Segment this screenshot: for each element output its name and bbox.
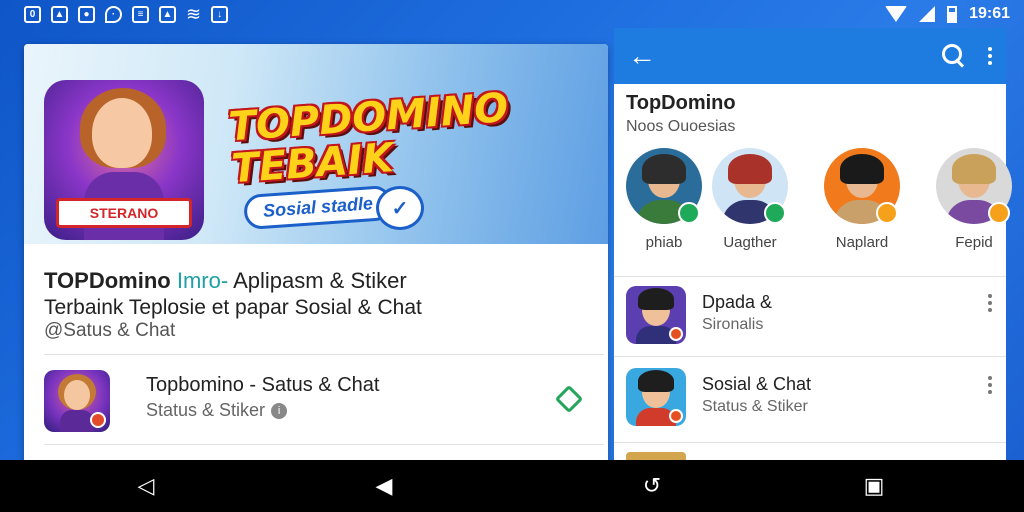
home-nav-icon[interactable]: ◀ (372, 474, 396, 498)
icon-badge (669, 327, 683, 341)
app-title-teal: Imro- (176, 268, 229, 293)
chat-bubble-icon: ✓ (376, 186, 424, 230)
app-detail-card: STERANO TOPDOMINO TEBAIK Sosial stadle ✓… (24, 44, 608, 464)
recent-apps-icon[interactable]: ▣ (862, 474, 886, 498)
icon-face (64, 380, 90, 410)
icon-hair (638, 288, 674, 310)
image-icon: ▲ (159, 5, 176, 23)
back-nav-icon[interactable]: ◁ (134, 474, 158, 498)
more-options-icon[interactable] (988, 294, 992, 312)
item-icon (626, 368, 686, 426)
list-item[interactable]: Sosial & Chat Status & Stiker (626, 368, 1006, 430)
avatar-status-badge (678, 202, 700, 224)
item-name: Sosial & Chat (702, 374, 812, 394)
character-face (92, 98, 152, 168)
app-name: Topbomino - Satus & Chat (146, 374, 380, 396)
toolbar-actions (942, 44, 992, 68)
wifi-icon (885, 6, 908, 22)
divider (614, 442, 1006, 443)
avatar-label: Naplard (835, 234, 889, 251)
app-subtitle-text: Status & Stiker (146, 400, 266, 420)
icon-body (60, 410, 94, 432)
toolbar: ← (614, 28, 1006, 84)
navigation-bar: ◁ ◀ ↺ ▣ (0, 460, 1024, 512)
diamond-icon (554, 384, 584, 414)
back-arrow-icon[interactable]: ← (628, 42, 656, 70)
status-bar: 0 ▲ ● · ≡ ▲ ≋ ↓ 19:61 (0, 0, 1024, 28)
status-icons-right: 19:61 (885, 5, 1010, 23)
divider (614, 356, 1006, 357)
avatar-hair (840, 154, 884, 184)
search-icon[interactable] (942, 44, 966, 68)
item-icon (626, 286, 686, 344)
overflow-menu-icon[interactable] (988, 47, 992, 65)
divider (44, 444, 604, 445)
item-name: Dpada & (702, 292, 773, 312)
app-list-item[interactable]: Topbomino - Satus & Chat Status & Stiker… (44, 370, 604, 434)
avatar-hair (952, 154, 996, 184)
divider (44, 354, 604, 355)
avatar-status-badge (876, 202, 898, 224)
battery-icon (947, 5, 958, 23)
app-subtitle: Status & Stiker i (146, 400, 288, 421)
install-button[interactable] (554, 384, 584, 414)
rotate-icon[interactable]: ↺ (640, 474, 664, 498)
related-apps-panel: ← TopDomino Noos Ouoesias phiab Uagther Na… (614, 28, 1012, 460)
avatar-carousel: phiab Uagther Naplard Fepid (614, 148, 1012, 268)
notification-icon: 0 (24, 5, 41, 23)
avatar-label: Uagther (723, 234, 777, 251)
cell-signal-icon (919, 6, 936, 22)
more-options-icon[interactable] (988, 376, 992, 394)
logo-tag: STERANO (56, 198, 192, 228)
image-icon: ▲ (51, 5, 68, 23)
icon-badge (90, 412, 106, 428)
app-title-bold: TOPDomino (44, 268, 171, 293)
banner-title: TOPDOMINO TEBAIK (227, 84, 510, 193)
app-title-rest: Aplipasm & Stiker (233, 268, 407, 293)
avatar-item[interactable]: Fepid (936, 148, 1022, 251)
app-category: @Satus & Chat (44, 320, 176, 341)
divider (614, 276, 1006, 277)
location-icon: · (105, 5, 122, 23)
avatar-hair (642, 154, 686, 184)
wifi-icon: ≋ (186, 3, 202, 24)
avatar-status-badge (988, 202, 1010, 224)
avatar-label: Fepid (955, 234, 993, 251)
app-icon (44, 370, 110, 432)
icon-badge (669, 409, 683, 423)
avatar-item[interactable]: Naplard (824, 148, 910, 251)
app-tagline: Terbaink Teplosie et papar Sosial & Chat (44, 296, 422, 319)
signal-icon: ≡ (132, 5, 149, 23)
avatar-status-badge (764, 202, 786, 224)
app-logo: STERANO (44, 80, 204, 240)
status-icons-left: 0 ▲ ● · ≡ ▲ ≋ ↓ (24, 3, 229, 25)
list-item[interactable]: Dpada & Sironalis (626, 286, 1006, 348)
status-time: 19:61 (969, 5, 1010, 22)
avatar-item[interactable]: phiab (626, 148, 712, 251)
app-icon: ● (78, 5, 95, 23)
banner-subtitle: Sosial stadle (242, 184, 394, 231)
panel-subtitle: Noos Ouoesias (626, 118, 736, 135)
item-subtitle: Status & Stiker (702, 398, 808, 415)
list-item-peek (626, 452, 686, 460)
icon-hair (638, 370, 674, 392)
app-title: TOPDomino Imro- Aplipasm & Stiker (44, 268, 594, 294)
info-icon[interactable]: i (271, 402, 288, 419)
item-subtitle: Sironalis (702, 316, 764, 333)
app-banner: STERANO TOPDOMINO TEBAIK Sosial stadle ✓ (24, 44, 608, 244)
avatar-label: phiab (645, 234, 683, 251)
panel-title: TopDomino (626, 92, 736, 114)
avatar-hair (728, 154, 772, 184)
download-icon: ↓ (211, 5, 229, 23)
avatar-item[interactable]: Uagther (712, 148, 798, 251)
